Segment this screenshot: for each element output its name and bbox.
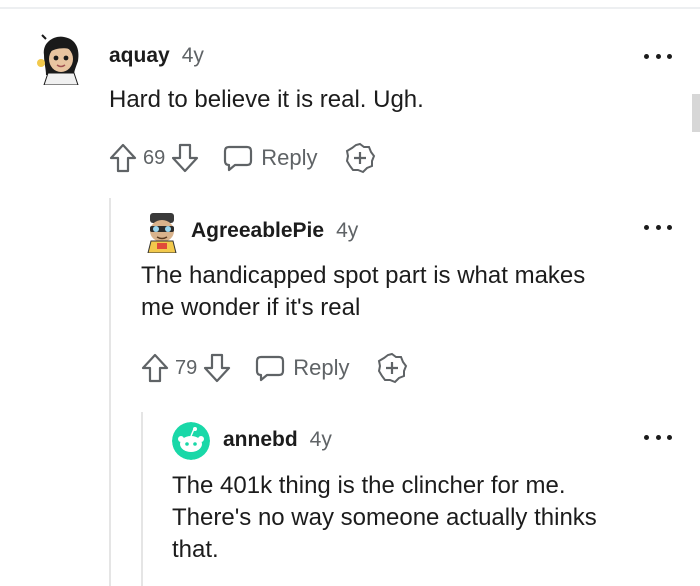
chat-bubble-icon — [255, 354, 285, 382]
comment-body: Hard to believe it is real. Ugh. — [109, 86, 424, 113]
avatar[interactable] — [146, 211, 178, 253]
comment-body: The handicapped spot part is what makes … — [141, 262, 586, 321]
vote-score: 69 — [143, 146, 166, 169]
more-options-icon[interactable] — [644, 51, 672, 61]
comment-actions: 79 Reply — [141, 352, 408, 384]
vote-score: 79 — [175, 356, 198, 379]
upvote-arrow-icon[interactable] — [109, 143, 137, 173]
comment-meta: annebd 4y — [223, 428, 332, 452]
reply-label: Reply — [293, 355, 350, 380]
reply-button[interactable]: Reply — [223, 144, 318, 172]
upvote-arrow-icon[interactable] — [141, 353, 169, 383]
username[interactable]: aquay — [109, 44, 170, 68]
award-icon[interactable] — [376, 352, 408, 384]
scrollbar-thumb[interactable] — [692, 94, 700, 132]
username[interactable]: annebd — [223, 428, 298, 452]
award-icon[interactable] — [344, 142, 376, 174]
top-divider — [0, 7, 700, 9]
username[interactable]: AgreeablePie — [191, 219, 324, 243]
chat-bubble-icon — [223, 144, 253, 172]
downvote-arrow-icon[interactable] — [171, 143, 199, 173]
avatar[interactable] — [34, 33, 84, 85]
thread-line-level-2[interactable] — [141, 412, 143, 586]
more-options-icon[interactable] — [644, 432, 672, 442]
reply-button[interactable]: Reply — [255, 354, 350, 382]
timestamp[interactable]: 4y — [336, 219, 358, 243]
thread-line-level-1[interactable] — [109, 198, 111, 586]
comment-meta: AgreeablePie 4y — [191, 219, 358, 243]
downvote-arrow-icon[interactable] — [203, 353, 231, 383]
reply-label: Reply — [261, 145, 318, 170]
avatar[interactable] — [172, 422, 210, 460]
timestamp[interactable]: 4y — [182, 44, 204, 68]
comment-meta: aquay 4y — [109, 44, 204, 68]
timestamp[interactable]: 4y — [310, 428, 332, 452]
more-options-icon[interactable] — [644, 222, 672, 232]
comment-actions: 69 Reply — [109, 142, 376, 174]
comment-body: The 401k thing is the clincher for me. T… — [172, 472, 597, 563]
